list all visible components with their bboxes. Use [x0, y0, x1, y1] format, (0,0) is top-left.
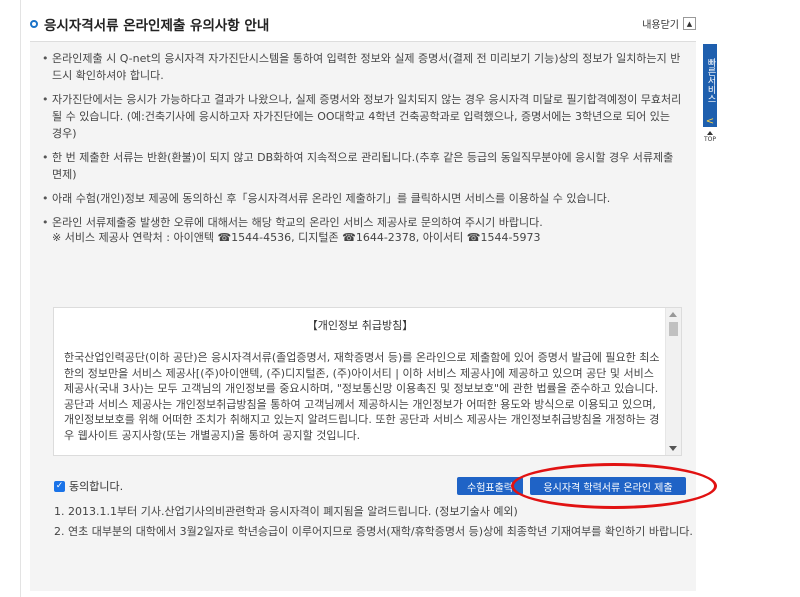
notice-item: 자가진단에서는 응시가 가능하다고 결과가 나왔으나, 실제 증명서와 정보가 … [42, 91, 682, 142]
notice-header: 응시자격서류 온라인제출 유의사항 안내 내용닫기 ▲ [30, 10, 696, 40]
notice-list: 온라인제출 시 Q-net의 응시자격 자가진단시스템을 통하여 입력한 정보와… [42, 50, 682, 246]
chevron-up-icon: ▲ [683, 17, 696, 30]
policy-body: 한국산업인력공단(이하 공단)은 응시자격서류(졸업증명서, 재학증명서 등)를… [64, 351, 660, 442]
notice-item: 온라인제출 시 Q-net의 응시자격 자가진단시스템을 통하여 입력한 정보와… [42, 50, 682, 84]
agree-checkbox-row[interactable]: ✓ 동의합니다. [54, 478, 123, 494]
submit-documents-button[interactable]: 응시자격 학력서류 온라인 제출 [530, 477, 686, 495]
note-item: 1. 2013.1.1부터 기사.산업기사의비관련학과 응시자격이 폐지됨을 알… [54, 505, 518, 518]
quick-service-arrow-icon[interactable]: < [703, 115, 717, 127]
top-button[interactable]: TOP [703, 128, 717, 146]
left-border [20, 0, 21, 597]
provider-contacts: ※ 서비스 제공사 연락처 : 아이앤텍 ☎1544-4536, 디지털존 ☎1… [52, 231, 541, 244]
collapse-label: 내용닫기 [642, 20, 679, 31]
note-item: 2. 연초 대부분의 대학에서 3월2일자로 학년승급이 이루어지므로 증명서(… [54, 525, 693, 538]
scroll-thumb[interactable] [669, 322, 678, 336]
agree-checkbox[interactable]: ✓ [54, 480, 65, 492]
privacy-policy-box[interactable]: 【개인정보 취급방침】 한국산업인력공단(이하 공단)은 응시자격서류(졸업증명… [53, 307, 682, 456]
quick-service-label: 빠른서비스 [705, 58, 716, 103]
scroll-down-icon[interactable] [669, 446, 677, 451]
notes: 1. 2013.1.1부터 기사.산업기사의비관련학과 응시자격이 폐지됨을 알… [54, 502, 694, 542]
section-title-text: 응시자격서류 온라인제출 유의사항 안내 [44, 18, 270, 34]
bullet-circle-icon [30, 20, 38, 28]
notice-item: 한 번 제출한 서류는 반환(환불)이 되지 않고 DB화하여 지속적으로 관리… [42, 149, 682, 183]
policy-title: 【개인정보 취급방침】 [306, 319, 414, 332]
section-title: 응시자격서류 온라인제출 유의사항 안내 [30, 14, 269, 34]
phone-icon: ☎ [217, 231, 232, 244]
phone-icon: ☎ [466, 231, 481, 244]
print-ticket-button[interactable]: 수험표출력 [457, 477, 523, 495]
top-label: TOP [703, 136, 716, 143]
policy-scrollbar[interactable] [665, 308, 681, 455]
phone-icon: ☎ [342, 231, 356, 244]
agree-label: 동의합니다. [69, 480, 124, 493]
notice-item: 온라인 서류제출중 발생한 오류에 대해서는 해당 학교의 온라인 서비스 제공… [42, 214, 682, 231]
quick-service-tab[interactable]: 빠른서비스 [703, 44, 717, 115]
notice-item: 아래 수험(개인)정보 제공에 동의하신 후「응시자격서류 온라인 제출하기」를… [42, 190, 682, 207]
arrow-up-icon [707, 131, 713, 135]
collapse-toggle[interactable]: 내용닫기 ▲ [642, 16, 696, 31]
scroll-up-icon[interactable] [669, 312, 677, 317]
